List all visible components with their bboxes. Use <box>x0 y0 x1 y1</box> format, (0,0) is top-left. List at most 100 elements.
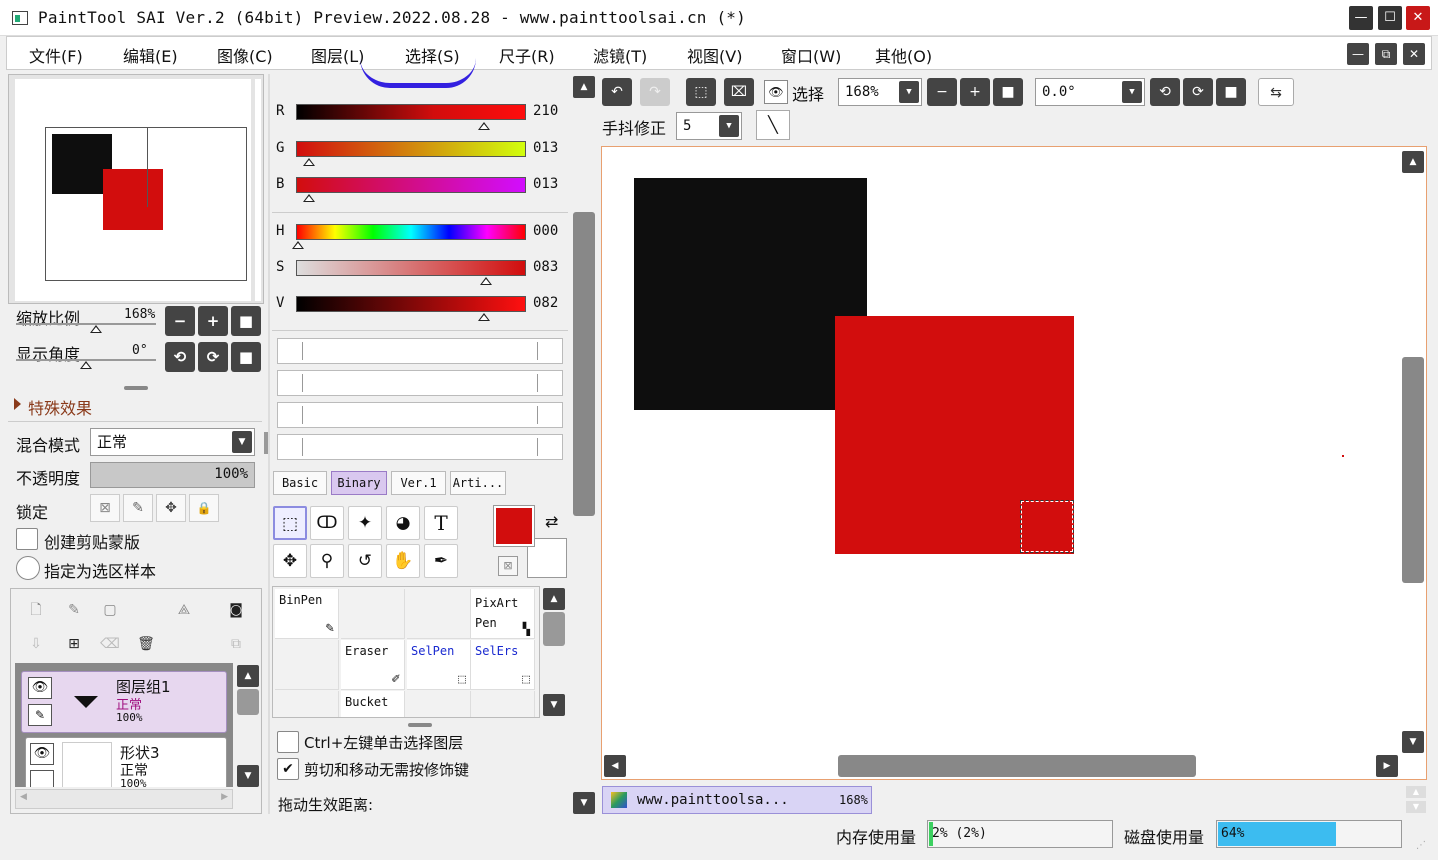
brush-selers[interactable]: SelErs ⬚ <box>471 640 535 690</box>
zoom-reset-button[interactable]: ■ <box>231 306 261 336</box>
rotation-combo[interactable]: 0.0° ▼ <box>1035 78 1145 106</box>
redo-button[interactable]: ↷ <box>640 78 670 106</box>
new-layer-icon[interactable]: 🗋 <box>25 599 47 621</box>
shape-tool-icon[interactable]: ◕ <box>386 506 420 540</box>
layer-scroll-up[interactable]: ▲ <box>237 665 259 687</box>
layer-row-group[interactable]: 👁 ✎ 图层组1 正常 100% <box>21 671 227 733</box>
tab-scroll-up[interactable]: ▲ <box>1406 786 1426 798</box>
tab-ver1[interactable]: Ver.1 <box>391 471 446 495</box>
menu-view[interactable]: 视图(V) <box>687 43 742 67</box>
layer-scroll-thumb[interactable] <box>237 689 259 715</box>
toolbar-zoom-out-button[interactable]: − <box>927 78 957 106</box>
hand-tool-icon[interactable]: ✋ <box>386 544 420 578</box>
menu-layer[interactable]: 图层(L) <box>311 43 364 67</box>
brush-scroll-up[interactable]: ▲ <box>543 588 565 610</box>
line-tool-icon[interactable]: ╲ <box>756 110 790 140</box>
b-slider-handle[interactable] <box>303 194 315 202</box>
new-pen-layer-icon[interactable]: ✎ <box>63 599 85 621</box>
scroll-right-icon[interactable]: ▶ <box>221 792 228 802</box>
h-slider[interactable] <box>296 224 526 240</box>
angle-slider-handle[interactable] <box>80 361 92 369</box>
toolbar-rotate-left-button[interactable]: ⟲ <box>1150 78 1180 106</box>
resize-grip-icon[interactable]: ⋰ <box>1416 840 1428 852</box>
v-slider[interactable] <box>296 296 526 312</box>
duplicate-layer-icon[interactable]: ⧉ <box>225 633 247 655</box>
canvas-hscroll[interactable]: ◀ ▶ <box>602 753 1400 779</box>
deselect-button[interactable]: ⬚ <box>686 78 716 106</box>
eye-icon[interactable]: 👁 <box>30 743 54 765</box>
doc-restore-button[interactable]: ⧉ <box>1375 43 1397 65</box>
s-slider[interactable] <box>296 260 526 276</box>
brush-empty[interactable] <box>275 691 339 717</box>
swatch-row-4[interactable] <box>277 434 563 460</box>
canvas-vscroll[interactable]: ▲ ▼ <box>1400 147 1426 753</box>
r-slider[interactable] <box>296 104 526 120</box>
color-wheel-edge[interactable] <box>360 58 476 88</box>
zoom-slider-track[interactable] <box>16 323 156 325</box>
toolbar-rotate-reset-button[interactable]: ■ <box>1216 78 1246 106</box>
doc-close-button[interactable]: ✕ <box>1403 43 1425 65</box>
delete-layer-icon[interactable]: 🗑 <box>135 633 157 655</box>
pen-icon[interactable]: ✎ <box>28 704 52 726</box>
r-slider-handle[interactable] <box>478 122 490 130</box>
menu-image[interactable]: 图像(C) <box>217 43 273 67</box>
navigator-preview[interactable] <box>15 79 251 301</box>
selection-marquee[interactable] <box>1020 500 1074 553</box>
flip-horizontal-button[interactable]: ⇆ <box>1258 78 1294 106</box>
panel-splitter[interactable] <box>408 723 432 727</box>
maximize-button[interactable]: ☐ <box>1378 6 1402 30</box>
lock-all-icon[interactable]: 🔒 <box>189 494 219 522</box>
zoom-tool-icon[interactable]: ⚲ <box>310 544 344 578</box>
menu-edit[interactable]: 编辑(E) <box>123 43 178 67</box>
magic-wand-tool-icon[interactable]: ✦ <box>348 506 382 540</box>
canvas-scroll-down[interactable]: ▼ <box>1402 731 1424 753</box>
tab-scroll-down[interactable]: ▼ <box>1406 801 1426 813</box>
layer-mask-icon[interactable]: ◙ <box>225 599 247 621</box>
navigator-scroll[interactable] <box>255 79 261 301</box>
brush-scroll-thumb[interactable] <box>543 612 565 646</box>
eyedropper-tool-icon[interactable]: ✒ <box>424 544 458 578</box>
effects-label[interactable]: 特殊效果 <box>28 395 92 419</box>
transparent-color-icon[interactable]: ⊠ <box>498 556 518 576</box>
expand-arrow-icon[interactable] <box>14 398 21 410</box>
primary-color-swatch[interactable] <box>493 505 535 547</box>
h-slider-handle[interactable] <box>292 241 304 249</box>
brush-empty[interactable] <box>407 691 471 717</box>
brush-empty[interactable] <box>407 589 471 639</box>
toolbar-zoom-reset-button[interactable]: ■ <box>993 78 1023 106</box>
cut-move-checkbox[interactable]: ✔ <box>277 758 299 780</box>
merge-down-icon[interactable]: ⇩ <box>25 633 47 655</box>
g-slider-handle[interactable] <box>303 158 315 166</box>
lock-paint-icon[interactable]: ✎ <box>123 494 153 522</box>
lock-transparency-icon[interactable]: ⊠ <box>90 494 120 522</box>
move-tool-icon[interactable]: ✥ <box>273 544 307 578</box>
brush-selpen[interactable]: SelPen ⬚ <box>407 640 471 690</box>
canvas[interactable] <box>604 149 1400 753</box>
swatch-row-3[interactable] <box>277 402 563 428</box>
close-button[interactable]: ✕ <box>1406 6 1430 30</box>
minimize-button[interactable]: — <box>1349 6 1373 30</box>
mid-scroll-up[interactable]: ▲ <box>573 76 595 98</box>
rotate-reset-button[interactable]: ■ <box>231 342 261 372</box>
layer-hscroll[interactable]: ◀ ▶ <box>15 789 233 809</box>
canvas-hscroll-thumb[interactable] <box>838 755 1196 777</box>
zoom-in-button[interactable]: + <box>198 306 228 336</box>
eye-icon[interactable]: 👁 <box>28 677 52 699</box>
brush-bucket[interactable]: Bucket <box>341 691 405 717</box>
swap-colors-icon[interactable]: ⇄ <box>545 512 558 531</box>
canvas-scroll-right[interactable]: ▶ <box>1376 755 1398 777</box>
layer-row-shape[interactable]: 👁 形状3 正常 100% <box>25 737 227 787</box>
zoom-out-button[interactable]: − <box>165 306 195 336</box>
v-slider-handle[interactable] <box>478 313 490 321</box>
b-slider[interactable] <box>296 177 526 193</box>
menu-other[interactable]: 其他(O) <box>875 43 932 67</box>
menu-ruler[interactable]: 尺子(R) <box>499 43 555 67</box>
blend-mode-select[interactable]: 正常 ▼ <box>90 428 255 456</box>
canvas-scroll-left[interactable]: ◀ <box>604 755 626 777</box>
tab-binary[interactable]: Binary <box>331 471 387 495</box>
ctrl-click-checkbox[interactable] <box>277 731 299 753</box>
toolbar-rotate-right-button[interactable]: ⟳ <box>1183 78 1213 106</box>
clear-layer-icon[interactable]: ⌫ <box>99 633 121 655</box>
lasso-tool-icon[interactable]: ↀ <box>310 506 344 540</box>
canvas-scroll-up[interactable]: ▲ <box>1402 151 1424 173</box>
